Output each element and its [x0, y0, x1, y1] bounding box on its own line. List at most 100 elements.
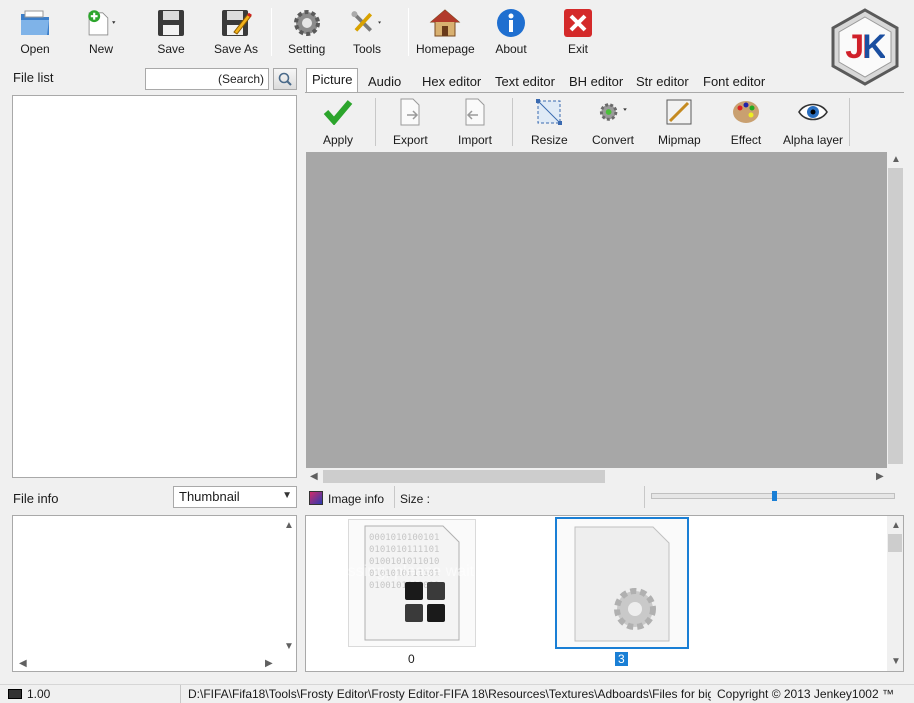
app-logo: JK	[826, 8, 904, 86]
settings-file-icon	[574, 526, 670, 642]
scroll-left-icon[interactable]: ◀	[19, 659, 27, 669]
image-info-icon	[309, 491, 323, 505]
close-icon	[561, 6, 595, 40]
new-label: New	[88, 42, 113, 56]
file-path-text: D:\FIFA\Fifa18\Tools\Frosty Editor\Frost…	[188, 687, 711, 701]
toolbar-separator	[375, 98, 376, 146]
zoom-slider[interactable]	[651, 491, 895, 501]
svg-text:0101010111101: 0101010111101	[369, 545, 439, 555]
version-text: 1.00	[27, 687, 51, 701]
scroll-right-icon[interactable]: ▶	[876, 472, 884, 482]
chevron-down-icon: ▼	[282, 490, 292, 501]
search-input[interactable]: (Search)	[145, 68, 269, 90]
tools-icon	[350, 6, 384, 40]
size-label: Size :	[400, 492, 431, 506]
effect-button[interactable]: Effect	[730, 97, 762, 147]
save-as-button[interactable]: Save As	[214, 6, 258, 58]
resize-label: Resize	[531, 133, 568, 147]
homepage-button[interactable]: Homepage	[416, 6, 475, 58]
thumbnail-vertical-scrollbar[interactable]: ▲ ▼	[887, 516, 903, 671]
resize-button[interactable]: Resize	[531, 97, 568, 147]
exit-button[interactable]: Exit	[561, 6, 595, 58]
toolbar-separator	[408, 8, 409, 56]
palette-icon	[730, 97, 762, 127]
search-icon	[278, 72, 292, 86]
image-preview-canvas[interactable]	[306, 152, 887, 468]
file-info-label: File info	[13, 491, 59, 506]
setting-label: Setting	[288, 42, 326, 56]
divider	[180, 685, 181, 703]
setting-button[interactable]: Setting	[288, 6, 325, 58]
save-as-label: Save As	[214, 42, 259, 56]
view-mode-select[interactable]: Thumbnail ▼	[173, 486, 297, 508]
folder-open-icon	[18, 6, 52, 40]
file-info-panel[interactable]: ▲ ▼ ◀ ▶	[12, 515, 297, 672]
open-label: Open	[20, 42, 50, 56]
scroll-up-icon[interactable]: ▲	[891, 155, 901, 165]
tab-text-editor[interactable]: Text editor	[489, 70, 561, 92]
about-label: About	[495, 42, 527, 56]
resize-icon	[533, 97, 565, 127]
scroll-thumb[interactable]	[888, 534, 902, 552]
about-button[interactable]: About	[494, 6, 528, 58]
scroll-thumb[interactable]	[888, 168, 903, 464]
effect-label: Effect	[730, 133, 762, 147]
scroll-left-icon[interactable]: ◀	[310, 472, 318, 482]
binary-file-icon: 00010101001010101010111101 0100101011010…	[364, 525, 460, 641]
scroll-down-icon[interactable]: ▼	[891, 657, 901, 667]
homepage-label: Homepage	[416, 42, 475, 56]
processing-overlay-text: Processing, please wait a moment	[306, 563, 550, 580]
import-icon	[459, 97, 491, 127]
scroll-right-icon[interactable]: ▶	[265, 659, 273, 669]
tab-hex-editor[interactable]: Hex editor	[416, 70, 487, 92]
file-list-label: File list	[13, 70, 54, 85]
exit-label: Exit	[567, 42, 588, 56]
scroll-up-icon[interactable]: ▲	[284, 521, 294, 531]
mipmap-button[interactable]: Mipmap	[658, 97, 701, 147]
toolbar-separator	[849, 98, 850, 146]
copyright-text: Copyright © 2013 Jenkey1002 ™	[717, 687, 894, 701]
logo-text: JK	[845, 28, 886, 66]
new-button[interactable]: New	[84, 6, 118, 58]
house-icon	[428, 6, 462, 40]
version-icon	[8, 689, 22, 699]
scroll-thumb[interactable]	[323, 470, 605, 483]
convert-label: Convert	[592, 133, 635, 147]
tab-picture[interactable]: Picture	[306, 68, 359, 93]
import-label: Import	[458, 133, 493, 147]
scroll-up-icon[interactable]: ▲	[891, 521, 901, 531]
eye-icon	[797, 97, 829, 127]
mipmap-icon	[663, 97, 695, 127]
tools-button[interactable]: Tools	[350, 6, 384, 58]
apply-button[interactable]: Apply	[322, 97, 354, 147]
tab-str-editor[interactable]: Str editor	[630, 70, 695, 92]
file-list[interactable]	[12, 95, 297, 478]
divider	[644, 486, 645, 508]
scroll-down-icon[interactable]: ▼	[284, 642, 294, 652]
gear-icon	[290, 6, 324, 40]
status-bar: 1.00 D:\FIFA\Fifa18\Tools\Frosty Editor\…	[0, 684, 914, 703]
toolbar-separator	[512, 98, 513, 146]
apply-label: Apply	[322, 133, 354, 147]
alpha-layer-button[interactable]: Alpha layer	[783, 97, 843, 147]
search-button[interactable]	[273, 68, 297, 90]
tab-divider	[305, 92, 904, 93]
tab-font-editor[interactable]: Font editor	[697, 70, 771, 92]
new-file-icon	[84, 6, 118, 40]
checkmark-icon	[322, 97, 354, 127]
convert-button[interactable]: Convert	[592, 97, 634, 147]
canvas-vertical-scrollbar[interactable]: ▲	[887, 152, 904, 468]
alpha-layer-label: Alpha layer	[783, 133, 844, 147]
export-button[interactable]: Export	[393, 97, 428, 147]
canvas-horizontal-scrollbar[interactable]: ◀ ▶	[306, 468, 904, 485]
import-button[interactable]: Import	[458, 97, 492, 147]
thumbnail-item[interactable]: 0001010100101 0101010111101 0100101011010…	[348, 519, 476, 647]
tab-bh-editor[interactable]: BH editor	[563, 70, 629, 92]
slider-thumb[interactable]	[772, 491, 777, 501]
tab-audio[interactable]: Audio	[362, 70, 407, 92]
view-mode-value: Thumbnail	[179, 489, 240, 504]
save-button[interactable]: Save	[154, 6, 188, 58]
thumbnail-item-selected[interactable]	[555, 517, 689, 649]
open-button[interactable]: Open	[18, 6, 52, 58]
convert-gear-icon	[597, 97, 629, 127]
